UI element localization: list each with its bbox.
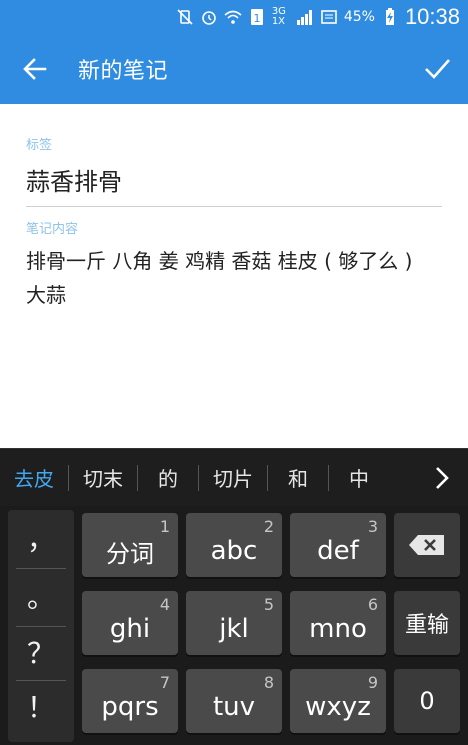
vibrate-mute-icon xyxy=(177,9,193,25)
symbol-key-period[interactable]: 。 xyxy=(8,572,74,624)
delete-button[interactable] xyxy=(394,513,460,577)
battery-percent: 45% xyxy=(343,9,375,25)
symbol-key-question[interactable]: ？ xyxy=(8,628,74,680)
tag-input[interactable]: 蒜香排骨 xyxy=(26,162,442,197)
key-label: ghi xyxy=(109,614,151,644)
key-0[interactable]: 0 xyxy=(394,669,460,733)
key-label: 0 xyxy=(419,687,435,715)
backspace-icon xyxy=(409,535,444,555)
candidate-item[interactable]: 中 xyxy=(329,449,389,507)
app-bar: 新的笔记 xyxy=(0,34,468,104)
key-1[interactable]: 1 分词 xyxy=(82,513,178,577)
candidate-item[interactable]: 切片 xyxy=(199,449,267,507)
candidate-item[interactable]: 的 xyxy=(138,449,198,507)
reenter-label: 重输 xyxy=(404,613,449,638)
key-label: wxyz xyxy=(305,692,371,722)
network-type: 3G 1X xyxy=(271,6,286,27)
check-icon[interactable] xyxy=(422,53,452,83)
page-title: 新的笔记 xyxy=(78,59,169,84)
note-form: 标签 蒜香排骨 笔记内容 排骨一斤 八角 姜 鸡精 香菇 桂皮 ( 够了么 ) … xyxy=(0,104,468,448)
wifi-icon xyxy=(224,10,242,24)
status-icons: 1 3G 1X 45% 10:38 xyxy=(176,0,460,34)
key-9[interactable]: 9 wxyz xyxy=(290,669,386,733)
candidate-item[interactable]: 去皮 xyxy=(0,449,68,507)
key-6[interactable]: 6 mno xyxy=(290,591,386,655)
key-7[interactable]: 7 pqrs xyxy=(82,669,178,733)
clock: 10:38 xyxy=(404,4,460,29)
key-2[interactable]: 2 abc xyxy=(186,513,282,577)
key-label: mno xyxy=(309,614,367,644)
key-label: jkl xyxy=(219,614,249,644)
symbol-key-exclamation[interactable]: ！ xyxy=(8,682,74,734)
candidate-item[interactable]: 和 xyxy=(268,449,328,507)
key-8[interactable]: 8 tuv xyxy=(186,669,282,733)
sim-1-icon: 1 xyxy=(250,9,263,25)
tag-divider xyxy=(26,206,442,207)
key-label: abc xyxy=(210,536,258,566)
symbol-key-comma[interactable]: ， xyxy=(8,514,74,566)
svg-text:1: 1 xyxy=(253,12,260,25)
reenter-button[interactable]: 重输 xyxy=(394,591,460,655)
content-input[interactable]: 排骨一斤 八角 姜 鸡精 香菇 桂皮 ( 够了么 ) 大蒜 xyxy=(26,244,442,312)
back-arrow-icon[interactable] xyxy=(20,54,50,84)
content-label: 笔记内容 xyxy=(26,222,79,237)
chevron-right-icon[interactable] xyxy=(430,464,454,492)
key-3[interactable]: 3 def xyxy=(290,513,386,577)
tag-label: 标签 xyxy=(26,138,53,153)
battery-charging-icon xyxy=(385,8,394,25)
delete-icon-wrap xyxy=(394,513,460,577)
key-label: tuv xyxy=(212,692,256,722)
symbol-divider xyxy=(16,680,66,681)
key-label: 分词 xyxy=(106,539,154,568)
symbol-divider xyxy=(16,568,66,569)
key-4[interactable]: 4 ghi xyxy=(82,591,178,655)
key-label: def xyxy=(317,536,359,566)
signal-icon xyxy=(296,10,312,25)
sim-card-icon xyxy=(321,10,337,24)
symbol-divider xyxy=(16,626,66,627)
candidate-item[interactable]: 切末 xyxy=(69,449,137,507)
status-bar: 1 3G 1X 45% 10:38 xyxy=(0,0,468,34)
candidate-bar: 去皮 切末 的 切片 和 中 xyxy=(0,448,468,506)
key-5[interactable]: 5 jkl xyxy=(186,591,282,655)
keyboard: ， 。 ？ ！ 1 分词 2 abc 3 def 4 ghi 5 jkl 6 m… xyxy=(0,506,468,745)
symbol-column: ， 。 ？ ！ xyxy=(8,510,74,742)
key-label: pqrs xyxy=(101,692,159,722)
alarm-icon xyxy=(202,11,216,25)
